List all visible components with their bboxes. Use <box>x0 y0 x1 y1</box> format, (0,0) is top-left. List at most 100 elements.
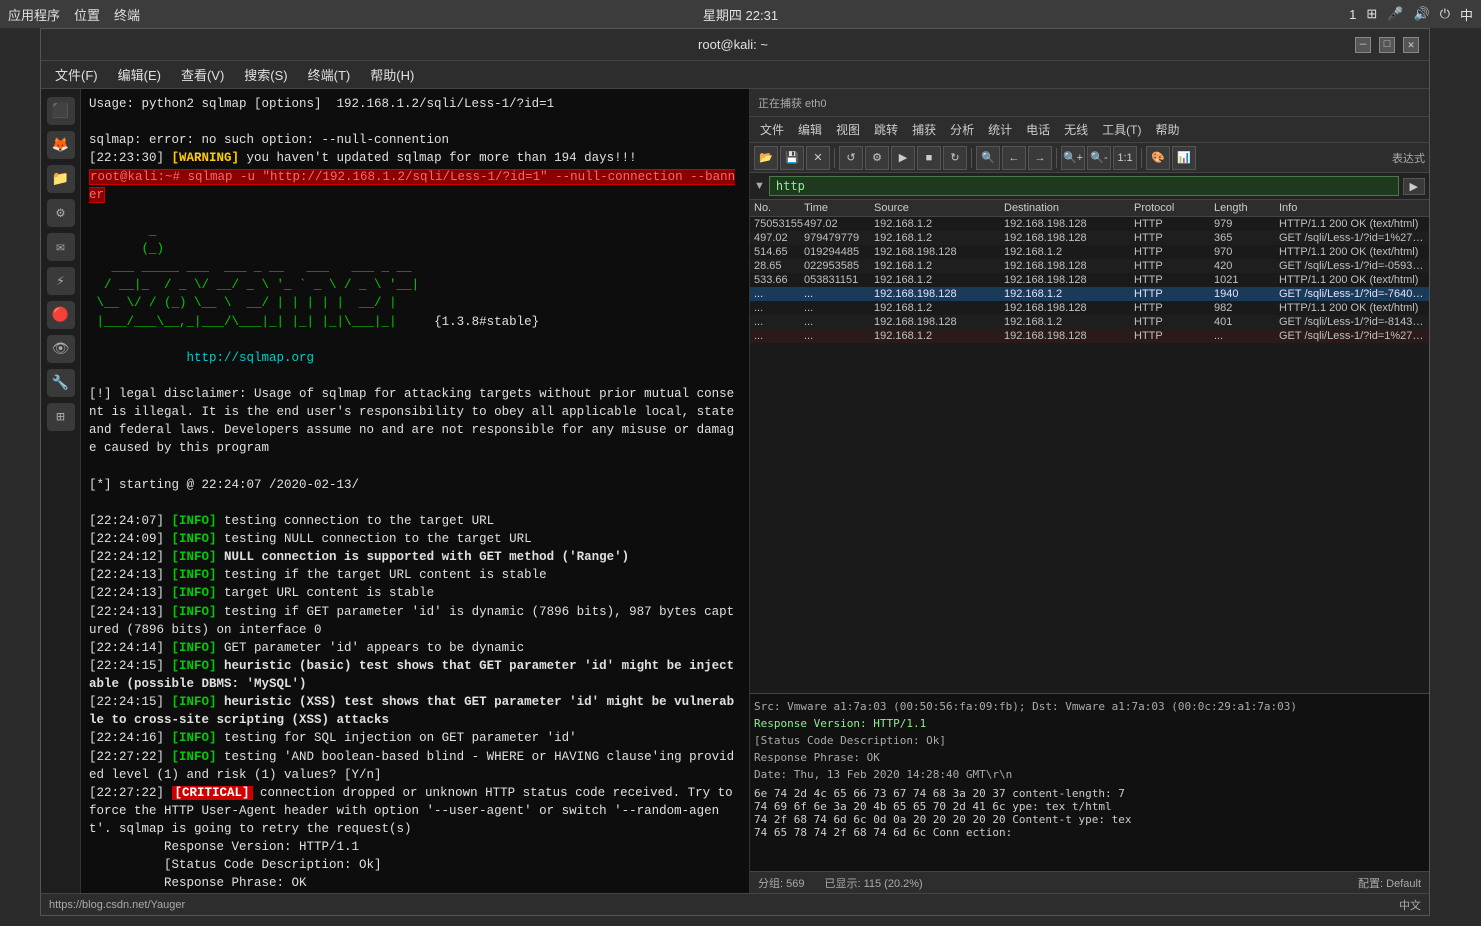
clock: 星期四 22:31 <box>703 5 778 24</box>
sidebar-icon-1[interactable]: ⬛ <box>47 97 75 125</box>
terminal-area: ⬛ 🦊 📁 ⚙ ✉ ⚡ 🔴 👁 🔧 ⊞ Usage: python2 sqlma… <box>41 89 1429 893</box>
footer-bar: https://blog.csdn.net/Yauger 中文 <box>41 893 1429 915</box>
ws-menu-capture[interactable]: 捕获 <box>906 119 942 140</box>
ws-menu-wireless[interactable]: 无线 <box>1058 119 1094 140</box>
packet-row[interactable]: 28.65022953585192.168.1.2192.168.198.128… <box>750 259 1429 273</box>
wireshark-panel: 正在捕获 eth0 文件 编辑 视图 跳转 捕获 分析 统计 电话 无线 工具(… <box>749 89 1429 893</box>
ws-tool-zoom-in[interactable]: 🔍+ <box>1061 146 1085 170</box>
ws-menu-help[interactable]: 帮助 <box>1149 119 1185 140</box>
packet-row[interactable]: ......192.168.198.128192.168.1.2HTTP401G… <box>750 315 1429 329</box>
ws-filter-input[interactable] <box>769 176 1399 196</box>
terminal-info-9: [22:24:15] [INFO] heuristic (XSS) test s… <box>89 693 741 729</box>
terminal-http-3: Response Phrase: OK <box>89 874 741 892</box>
maximize-button[interactable]: □ <box>1379 37 1395 53</box>
ws-tool-graph[interactable]: 📊 <box>1172 146 1196 170</box>
packet-row[interactable]: 533.66053831151192.168.1.2192.168.198.12… <box>750 273 1429 287</box>
ws-hex-line-3: 74 2f 68 74 6d 6c 0d 0a 20 20 20 20 20 C… <box>754 813 1425 826</box>
minimize-button[interactable]: — <box>1355 37 1371 53</box>
power-icon[interactable]: ⏻ <box>1440 6 1450 22</box>
terminal-ascii-3: ___ _____ ___ ___ _ __ ___ ___ _ __ <box>89 258 741 276</box>
ws-tool-restart[interactable]: ↻ <box>943 146 967 170</box>
sidebar-icon-4[interactable]: ⚙ <box>47 199 75 227</box>
terminal-blank-4 <box>89 458 741 476</box>
terminal-info-3: [22:24:12] [INFO] NULL connection is sup… <box>89 548 741 566</box>
packet-row-selected[interactable]: ......192.168.198.128192.168.1.2HTTP1940… <box>750 287 1429 301</box>
ws-menu-telephony[interactable]: 电话 <box>1020 119 1056 140</box>
ws-menu-analyze[interactable]: 分析 <box>944 119 980 140</box>
ws-menu-goto[interactable]: 跳转 <box>868 119 904 140</box>
ws-detail-line-3: [Status Code Description: Ok] <box>754 732 1425 749</box>
window-controls: — □ ✕ <box>1355 37 1419 53</box>
sidebar-icon-7[interactable]: 🔴 <box>47 301 75 329</box>
ws-menu-view[interactable]: 视图 <box>830 119 866 140</box>
ws-menu-edit[interactable]: 编辑 <box>792 119 828 140</box>
terminal-ascii-1: _ <box>89 222 741 240</box>
menu-help[interactable]: 帮助(H) <box>362 62 422 87</box>
ws-tool-start[interactable]: ▶ <box>891 146 915 170</box>
ws-tool-colorize[interactable]: 🎨 <box>1146 146 1170 170</box>
sidebar-icon-5[interactable]: ✉ <box>47 233 75 261</box>
ws-detail-line-1: Src: Vmware a1:7a:03 (00:50:56:fa:09:fb)… <box>754 698 1425 715</box>
terminal-line-2 <box>89 113 741 131</box>
workspace-indicator[interactable]: 1 <box>1349 7 1356 22</box>
ws-filter-apply[interactable]: ▶ <box>1403 178 1425 195</box>
ws-menu-file[interactable]: 文件 <box>754 119 790 140</box>
ws-detail-line-4: Response Phrase: OK <box>754 749 1425 766</box>
left-sidebar: ⬛ 🦊 📁 ⚙ ✉ ⚡ 🔴 👁 🔧 ⊞ <box>41 89 81 893</box>
terminal-line-3: sqlmap: error: no such option: --null-co… <box>89 131 741 149</box>
sidebar-icon-2[interactable]: 🦊 <box>47 131 75 159</box>
terminal-menu[interactable]: 终端 <box>114 5 140 24</box>
col-dest: Destination <box>1004 202 1134 214</box>
packet-row[interactable]: ......192.168.1.2192.168.198.128HTTP982H… <box>750 301 1429 315</box>
terminal-info-11: [22:27:22] [INFO] testing 'AND boolean-b… <box>89 748 741 784</box>
ws-hex-line-2: 74 69 6f 6e 3a 20 4b 65 65 70 2d 41 6c y… <box>754 800 1425 813</box>
sidebar-icon-3[interactable]: 📁 <box>47 165 75 193</box>
menu-edit[interactable]: 编辑(E) <box>110 62 169 87</box>
mic-icon: 🎤 <box>1387 6 1403 22</box>
menu-view[interactable]: 查看(V) <box>173 62 232 87</box>
ws-menu-stats[interactable]: 统计 <box>982 119 1018 140</box>
ws-packets-count: 分组: 569 <box>758 875 804 891</box>
places-menu[interactable]: 位置 <box>74 5 100 24</box>
ws-packet-detail: Src: Vmware a1:7a:03 (00:50:56:fa:09:fb)… <box>750 694 1429 871</box>
terminal-ascii-2: (_) <box>89 240 741 258</box>
sidebar-icon-8[interactable]: 👁 <box>47 335 75 363</box>
ws-tool-open[interactable]: 📂 <box>754 146 778 170</box>
ws-format-label: 表达式 <box>1392 150 1425 166</box>
terminal-info-1: [22:24:07] [INFO] testing connection to … <box>89 512 741 530</box>
sidebar-icon-10[interactable]: ⊞ <box>47 403 75 431</box>
packet-row-highlight[interactable]: ......192.168.1.2192.168.198.128HTTP...G… <box>750 329 1429 343</box>
ws-tool-zoom-out[interactable]: 🔍- <box>1087 146 1111 170</box>
ws-tool-forward[interactable]: → <box>1028 146 1052 170</box>
terminal-info-10: [22:24:16] [INFO] testing for SQL inject… <box>89 729 741 747</box>
sidebar-icon-9[interactable]: 🔧 <box>47 369 75 397</box>
ws-tool-options[interactable]: ⚙ <box>865 146 889 170</box>
sidebar-icon-6[interactable]: ⚡ <box>47 267 75 295</box>
col-time: Time <box>804 202 874 214</box>
ws-top-bar: 正在捕获 eth0 <box>750 89 1429 117</box>
ws-tool-zoom-normal[interactable]: 1:1 <box>1113 146 1137 170</box>
menu-search[interactable]: 搜索(S) <box>236 62 295 87</box>
ws-tool-reload[interactable]: ↺ <box>839 146 863 170</box>
terminal-http-2: [Status Code Description: Ok] <box>89 856 741 874</box>
ws-tool-close[interactable]: ✕ <box>806 146 830 170</box>
terminal-ascii-5: \__ \/ / (_) \__ \ __/ | | | | | __/ | <box>89 294 741 312</box>
ws-tool-back[interactable]: ← <box>1002 146 1026 170</box>
ws-tool-stop[interactable]: ■ <box>917 146 941 170</box>
menu-file[interactable]: 文件(F) <box>47 62 106 87</box>
ws-tool-save[interactable]: 💾 <box>780 146 804 170</box>
network-icon: ⊞ <box>1366 6 1377 22</box>
close-button[interactable]: ✕ <box>1403 37 1419 53</box>
packet-row[interactable]: 514.65019294485192.168.198.128192.168.1.… <box>750 245 1429 259</box>
ws-menu-tools[interactable]: 工具(T) <box>1096 119 1147 140</box>
footer-lang: 中文 <box>1399 897 1421 913</box>
terminal-content[interactable]: Usage: python2 sqlmap [options] 192.168.… <box>81 89 749 893</box>
system-bar-left: 应用程序 位置 终端 <box>8 5 140 24</box>
terminal-http-4: Date: Thu, 13 Feb 2020 14:28:40 GMT\r\n <box>89 893 741 894</box>
menu-terminal[interactable]: 终端(T) <box>300 62 359 87</box>
apps-menu[interactable]: 应用程序 <box>8 5 60 24</box>
packet-row[interactable]: 75053155497.02192.168.1.2192.168.198.128… <box>750 217 1429 231</box>
packet-row[interactable]: 497.02979479779192.168.1.2192.168.198.12… <box>750 231 1429 245</box>
ws-tool-find[interactable]: 🔍 <box>976 146 1000 170</box>
terminal-info-6: [22:24:13] [INFO] testing if GET paramet… <box>89 603 741 639</box>
